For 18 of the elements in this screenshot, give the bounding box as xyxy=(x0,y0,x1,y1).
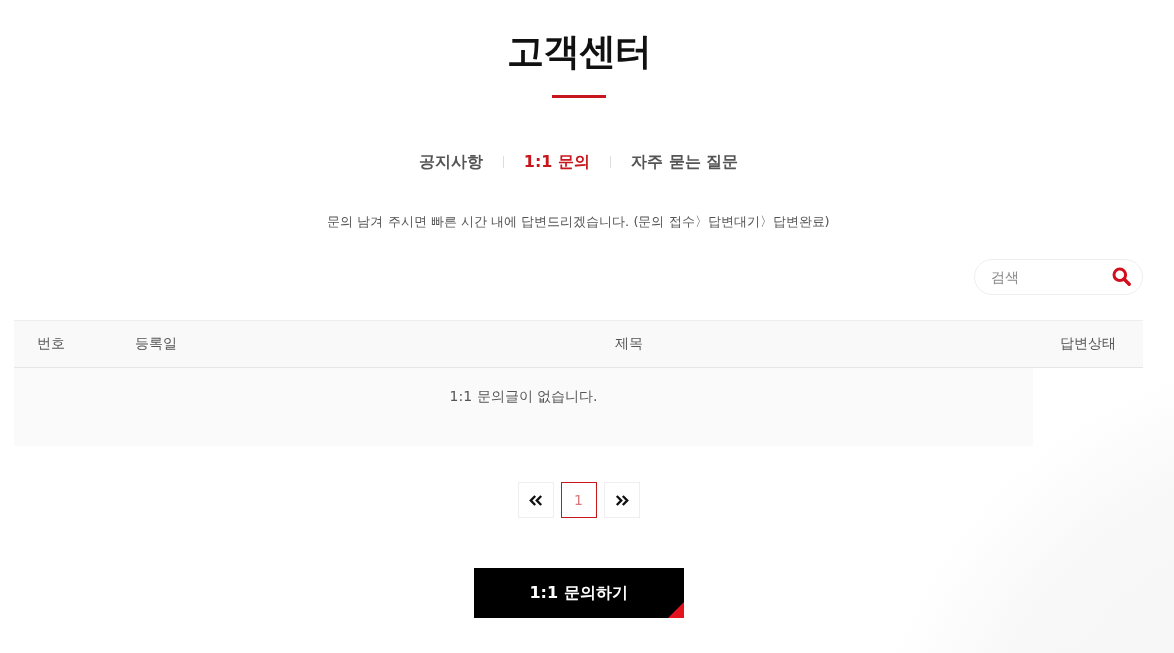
page-title: 고객센터 xyxy=(506,29,651,75)
column-header: 번호 xyxy=(14,320,88,368)
first-page-button[interactable] xyxy=(517,482,554,518)
double-chevron-left-icon xyxy=(528,494,543,506)
search-icon[interactable] xyxy=(1112,267,1131,286)
inquiry-button[interactable]: 1:1 문의하기 xyxy=(473,568,684,618)
tab[interactable]: 공지사항 xyxy=(418,150,483,174)
corner-triangle-icon xyxy=(667,602,684,618)
column-header: 답변상태 xyxy=(1033,320,1143,368)
notice-text: 문의 남겨 주시면 빠른 시간 내에 답변드리겠습니다. (문의 접수〉답변대기〉답변완료) xyxy=(327,213,830,231)
last-page-button[interactable] xyxy=(603,482,640,518)
search-field[interactable]: 검색 xyxy=(974,259,1143,295)
column-header: 제목 xyxy=(224,320,1033,368)
tab[interactable]: 1:1 문의 xyxy=(523,150,591,174)
tab[interactable]: 자주 묻는 질문 xyxy=(631,150,739,174)
column-header: 등록일 xyxy=(88,320,224,368)
empty-message: 1:1 문의글이 없습니다. xyxy=(14,368,1033,446)
double-chevron-right-icon xyxy=(614,494,629,506)
